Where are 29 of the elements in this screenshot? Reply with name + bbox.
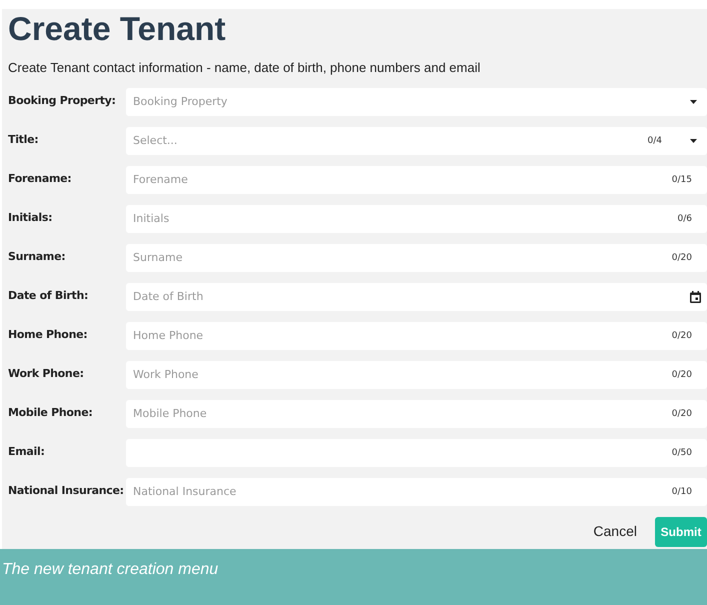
field-label: Email: <box>7 444 46 460</box>
character-counter: 0/15 <box>672 174 692 186</box>
field-label: Forename: <box>7 171 72 188</box>
field-label: Date of Birth: <box>7 288 90 304</box>
field-label: Home Phone: <box>7 327 88 344</box>
character-counter: 0/4 <box>648 134 662 148</box>
page-title: Create Tenant <box>7 9 226 47</box>
character-counter: 0/50 <box>672 446 692 460</box>
dropdown-field[interactable]: Booking Property <box>126 88 707 116</box>
date-field[interactable]: Date of Birth <box>126 282 707 310</box>
field-label: National Insurance: <box>7 483 125 500</box>
field-label: Work Phone: <box>7 366 85 382</box>
page-subtitle: Create Tenant contact information - name, date of birth, phone numbers and email <box>7 59 480 77</box>
caption: The new tenant creation menu <box>2 561 218 578</box>
dropdown-caret-icon <box>690 138 697 142</box>
dropdown-caret-icon <box>690 100 697 104</box>
field-label: Surname: <box>7 249 66 266</box>
cancel-button[interactable]: Cancel <box>592 521 638 542</box>
character-counter: 0/20 <box>672 330 692 342</box>
field-label: Initials: <box>7 210 54 226</box>
calendar-icon <box>690 290 701 302</box>
field-label: Booking Property: <box>7 93 117 110</box>
character-counter: 0/20 <box>672 252 692 264</box>
character-counter: 0/20 <box>672 408 692 420</box>
character-counter: 0/10 <box>672 486 692 498</box>
field-label: Mobile Phone: <box>7 405 94 422</box>
field-label: Title: <box>7 132 40 148</box>
character-counter: 0/20 <box>672 368 692 382</box>
character-counter: 0/6 <box>678 212 692 226</box>
